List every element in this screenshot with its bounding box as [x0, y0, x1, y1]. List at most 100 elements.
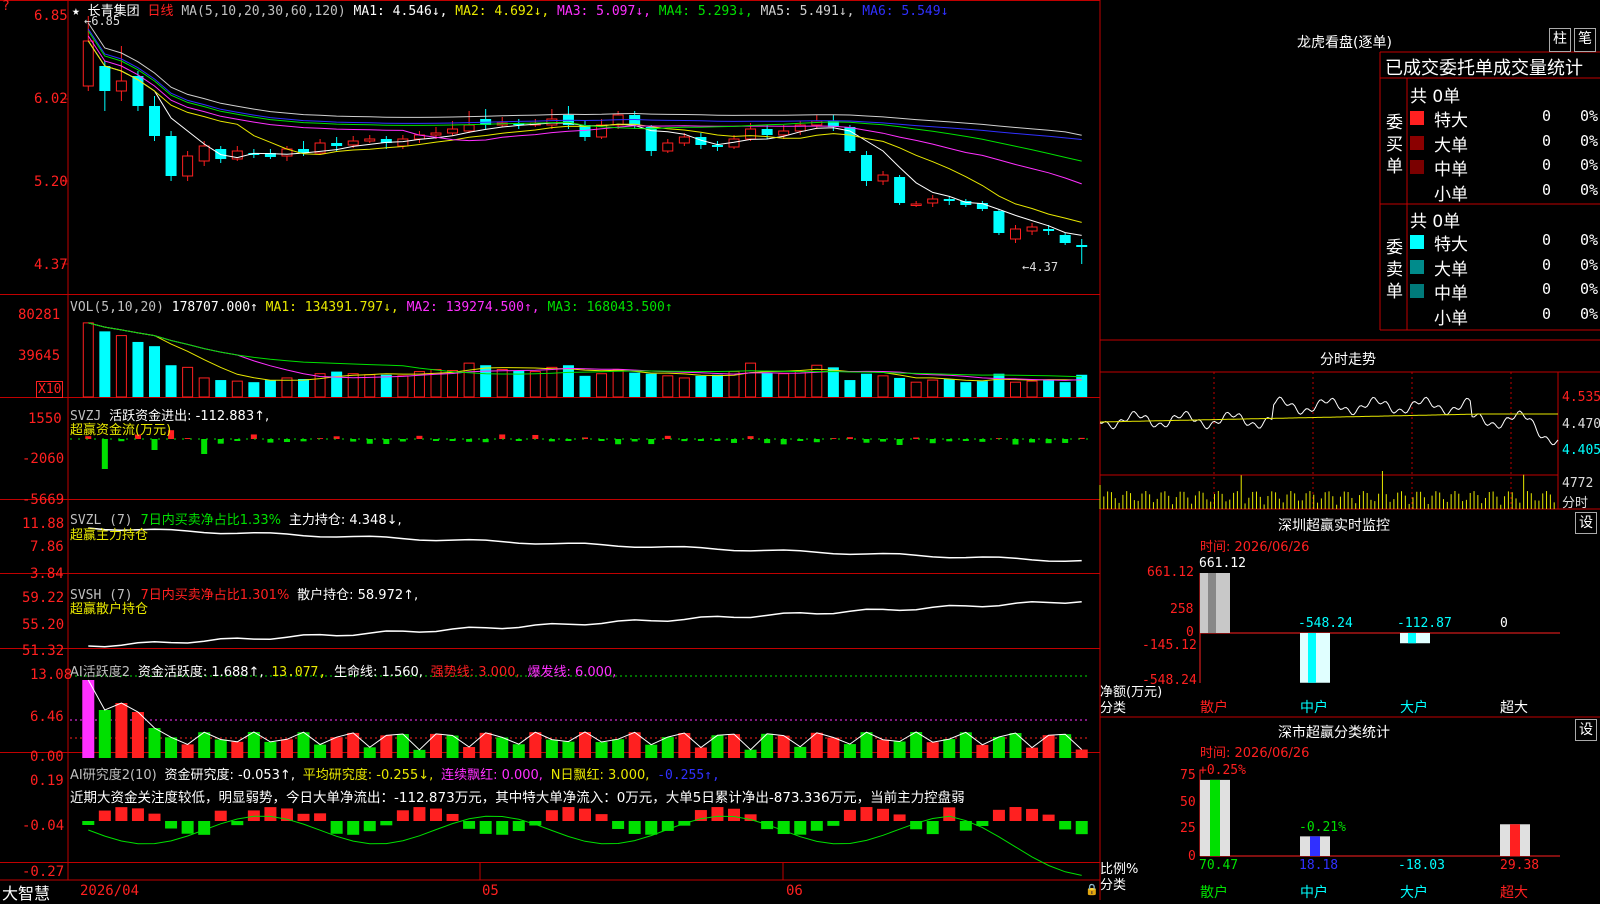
order-type: 小单 [1434, 184, 1468, 205]
lock-icon[interactable]: 🔒 [1085, 883, 1099, 896]
intraday-avg-line [1100, 413, 1558, 423]
vol-axis-label: 80281 [18, 307, 61, 323]
vol-unit-badge[interactable]: X10 [36, 381, 64, 398]
svsh-desc: 7日内买卖净占比1.301% [140, 588, 290, 603]
color-swatch [1410, 259, 1424, 274]
ai2-bar-down [363, 821, 376, 832]
volume-bar-up [794, 371, 806, 398]
ai2-nday: N日飘红: 3.000, [550, 768, 650, 783]
color-swatch [1410, 111, 1424, 125]
svzl-panel[interactable] [88, 527, 1082, 562]
svzl-axis-label: 11.88 [22, 516, 65, 532]
ai-activity-panel[interactable] [70, 675, 1090, 758]
svzj-panel[interactable] [70, 430, 1090, 469]
intraday-title: 分时走势 [1320, 352, 1376, 368]
intraday-axis-label: 4.405 [1562, 443, 1600, 458]
ai1-bar [148, 728, 161, 758]
ai1-bar [314, 744, 327, 758]
svzl-desc: 7日内买卖净占比1.33% [140, 513, 282, 528]
price-panel[interactable] [82, 16, 1088, 264]
monitor-bar-label: -548.24 [1298, 616, 1353, 631]
classify-value: -18.03 [1398, 858, 1445, 873]
volume-bar-up [662, 375, 674, 398]
ai1-v2: 13.077, [271, 665, 327, 680]
volume-bar-up [612, 368, 624, 398]
monitor-settings-button[interactable]: 设 [1575, 512, 1597, 534]
tab-orders[interactable]: 委托单 [1439, 58, 1493, 79]
ai1-bar [413, 749, 426, 758]
order-count: 0 [1542, 280, 1552, 298]
ai2-bar-down [794, 821, 807, 835]
volume-bar-up [529, 371, 541, 398]
bar-view-button[interactable]: 柱 [1549, 28, 1571, 52]
candle-down [894, 177, 906, 203]
candle-down [711, 145, 723, 147]
intraday-chart[interactable] [1099, 396, 1559, 509]
tab-volume-stats[interactable]: 成交量统计 [1493, 58, 1583, 79]
svsh-panel[interactable] [88, 601, 1082, 648]
star-icon[interactable]: ★ [72, 4, 80, 19]
ai1-bar [247, 732, 260, 758]
intraday-axis-label: 4.470 [1562, 417, 1600, 432]
period-label[interactable]: 日线 [148, 4, 174, 19]
volume-bar-down [264, 380, 276, 397]
monitor-axis-label: 661.12 [1147, 565, 1194, 580]
svzj-bar-down [1062, 439, 1069, 443]
ai1-bar [628, 732, 641, 758]
order-type: 大单 [1434, 135, 1468, 156]
candle-up [115, 80, 127, 92]
volume-panel[interactable] [82, 322, 1088, 398]
ai1-bar [165, 737, 178, 758]
order-row: 中单 0 0% [1410, 155, 1600, 180]
ai2-bar-down [1059, 821, 1072, 830]
svzj-bar-down [929, 439, 936, 444]
order-percent: 0% [1580, 280, 1599, 298]
ai2-bar-down [231, 821, 244, 826]
ai2-bar-up [115, 807, 128, 821]
ai2-bar-up [413, 807, 426, 821]
classify-axis-label: 25 [1180, 821, 1196, 836]
volume-bar-up [198, 377, 210, 398]
ai2-bar-down [496, 821, 509, 835]
volume-bar-down [860, 373, 872, 397]
volume-bar-up [910, 381, 922, 398]
svzj-bar-up [250, 434, 257, 439]
ai2-cont: 连续飘红: 0.000, [441, 768, 543, 783]
brand-label[interactable]: 大智慧 [2, 880, 50, 904]
buy-orders-label: 委买单 [1386, 113, 1403, 177]
order-row: 特大 0 0% [1410, 230, 1600, 255]
ai-research-panel[interactable] [82, 807, 1088, 876]
tab-executed[interactable]: 已成交 [1385, 58, 1439, 79]
svzj-bar-down [863, 439, 870, 443]
candle-up [678, 136, 690, 144]
price-axis-label: 6.85 [34, 8, 68, 24]
ai2-bar-down [628, 821, 641, 834]
svzj-bar-down [731, 439, 738, 443]
volume-bar-down [480, 365, 492, 397]
classify-axis-label: 75 [1180, 768, 1196, 783]
ai2-bar-up [297, 813, 310, 821]
ai2-bar-down [976, 821, 989, 827]
svsh-line [88, 601, 1082, 648]
volume-bar-up [182, 366, 194, 398]
svzj-axis-label: -2060 [22, 451, 65, 467]
ai2-bar-up [131, 808, 144, 821]
candle-up [546, 118, 558, 126]
settings-icon[interactable]: ? [2, 0, 10, 14]
volume-bar-up [397, 375, 409, 398]
candle-up [910, 203, 922, 206]
volume-bar-down [380, 374, 392, 397]
volume-bar-up [678, 377, 690, 398]
ai1-bar [645, 744, 658, 758]
ai2-bar-down [380, 821, 393, 826]
date-label: 2026/04 [80, 883, 140, 899]
tick-view-button[interactable]: 笔 [1574, 28, 1596, 52]
order-count: 0 [1542, 180, 1552, 199]
order-percent: 0% [1580, 156, 1599, 174]
ai1-bar [595, 742, 608, 758]
ma1-value: MA1: 4.546↓, [353, 4, 448, 19]
classify-settings-button[interactable]: 设 [1575, 719, 1597, 741]
volume-bar-up [927, 379, 939, 398]
price-axis-label: 5.20 [34, 174, 68, 190]
order-type: 大单 [1434, 259, 1468, 280]
